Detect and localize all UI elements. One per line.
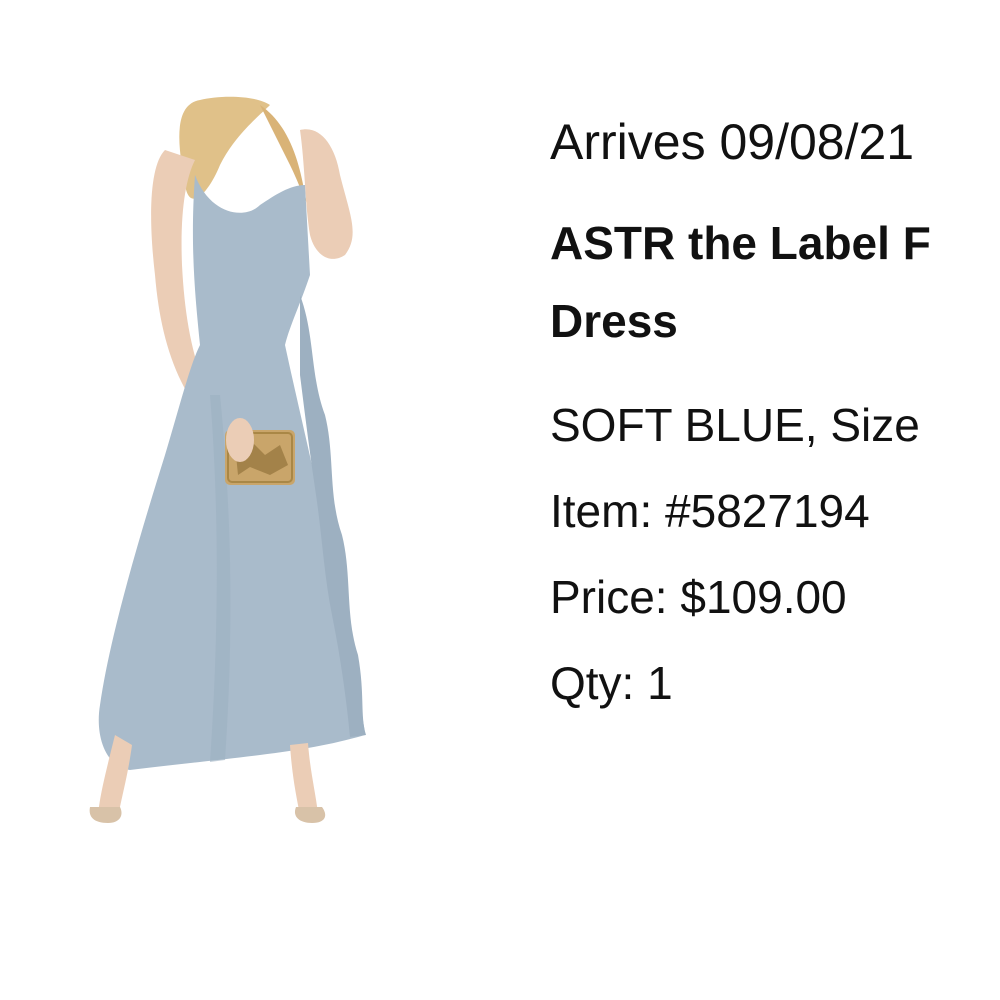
order-item-card: Arrives 09/08/21 ASTR the Label F Dress … — [0, 0, 1000, 1000]
product-title[interactable]: ASTR the Label F Dress — [550, 204, 1000, 360]
product-title-line1: ASTR the Label F — [550, 217, 931, 269]
arrival-date: Arrives 09/08/21 — [550, 114, 915, 170]
item-number: Item: #5827194 — [550, 485, 870, 537]
item-price: Price: $109.00 — [550, 571, 847, 623]
order-item-details: Arrives 09/08/21 ASTR the Label F Dress … — [550, 110, 1000, 726]
product-photo-icon — [89, 96, 366, 823]
product-title-line2: Dress — [550, 295, 678, 347]
item-quantity: Qty: 1 — [550, 657, 673, 709]
color-size: SOFT BLUE, Size — [550, 399, 920, 451]
product-image[interactable] — [60, 95, 420, 835]
